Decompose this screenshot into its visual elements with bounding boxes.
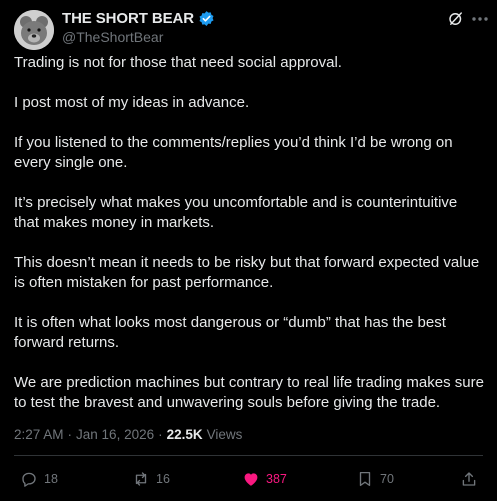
bear-avatar-icon [14, 10, 54, 50]
tweet-meta: 2:27 AM · Jan 16, 2026 · 22.5K Views [14, 427, 242, 442]
author-name-row: THE SHORT BEAR [62, 10, 215, 27]
bookmark-count: 70 [380, 472, 394, 486]
share-button[interactable] [460, 465, 478, 493]
reply-icon [22, 472, 36, 487]
tweet-paragraph: We are prediction machines but contrary … [14, 374, 484, 411]
heart-icon [244, 473, 258, 486]
avatar[interactable] [14, 10, 54, 50]
reply-button[interactable]: 18 [20, 465, 58, 493]
tweet-paragraph: This doesn’t mean it needs to be risky b… [14, 254, 480, 291]
tweet-paragraph: I post most of my ideas in advance. [14, 94, 250, 111]
divider [14, 455, 483, 456]
tweet-paragraph: It is often what looks most dangerous or… [14, 314, 446, 351]
author-handle[interactable]: @TheShortBear [62, 29, 163, 45]
reply-count: 18 [44, 472, 58, 486]
grok-button[interactable] [447, 10, 465, 28]
repost-icon [135, 472, 147, 486]
bookmark-button[interactable]: 70 [356, 465, 394, 493]
views-count: 22.5K [166, 427, 203, 442]
display-name[interactable]: THE SHORT BEAR [62, 10, 194, 27]
tweet-text: Trading is not for those that need socia… [14, 53, 486, 433]
repost-count: 16 [156, 472, 170, 486]
more-options-button[interactable] [470, 10, 490, 28]
tweet-paragraph: If you listened to the comments/replies … [14, 134, 453, 171]
repost-button[interactable]: 16 [132, 465, 170, 493]
grok-icon [449, 12, 462, 25]
meta-separator: · [158, 427, 163, 442]
action-bar: 18 16 387 70 [14, 465, 486, 493]
more-horizontal-icon [472, 17, 488, 21]
tweet-time[interactable]: 2:27 AM [14, 427, 64, 442]
like-button[interactable]: 387 [242, 465, 287, 493]
like-count: 387 [266, 472, 287, 486]
views-label: Views [206, 427, 243, 442]
meta-separator: · [67, 427, 73, 442]
share-icon [462, 472, 476, 486]
tweet-paragraph: It’s precisely what makes you uncomforta… [14, 194, 458, 231]
verified-badge-icon [199, 11, 214, 26]
tweet-date[interactable]: Jan 16, 2026 [76, 427, 154, 442]
tweet-paragraph: Trading is not for those that need socia… [14, 54, 342, 71]
tweet: THE SHORT BEAR @TheShortBear Trading is … [0, 0, 497, 501]
bookmark-icon [359, 471, 371, 487]
